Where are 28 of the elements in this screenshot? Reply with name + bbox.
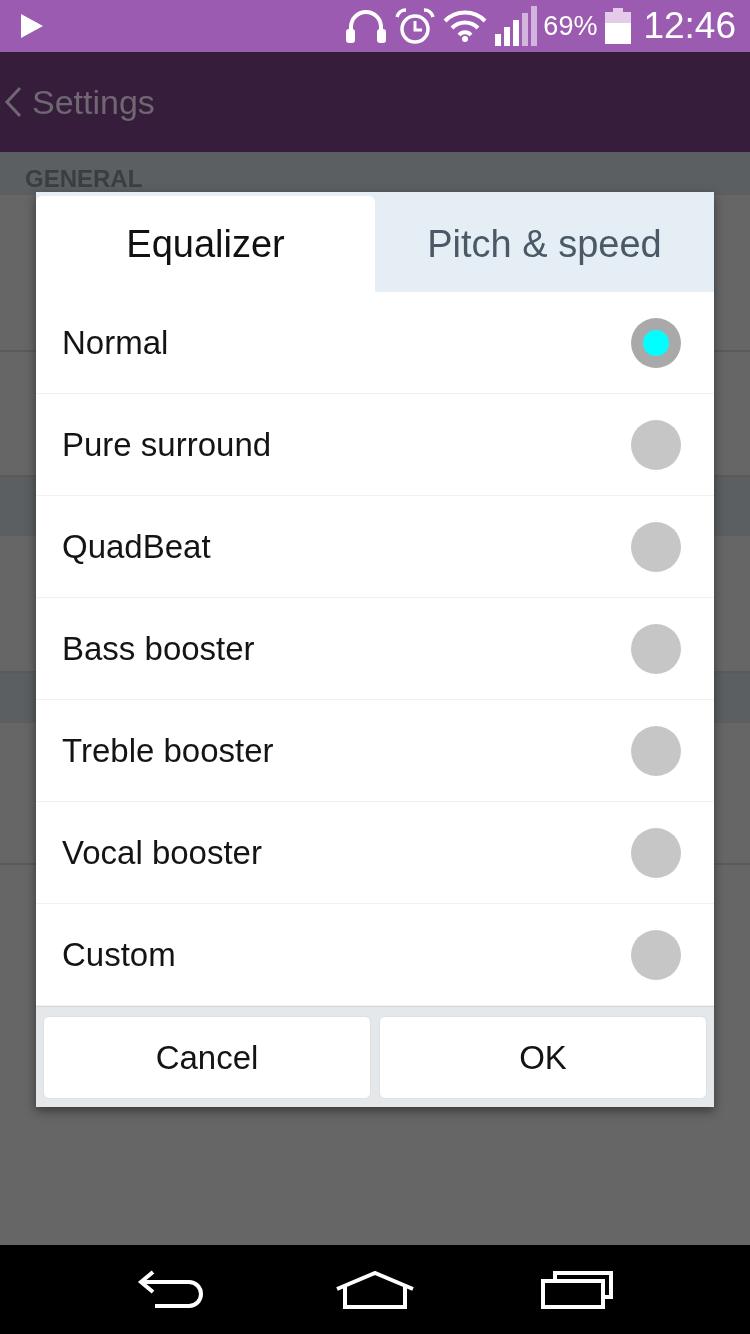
home-icon[interactable]	[335, 1270, 415, 1309]
battery-icon	[605, 8, 632, 44]
dialog-button[interactable]: Cancel	[43, 1016, 371, 1099]
option-label[interactable]: Normal	[62, 323, 169, 362]
chevron-left-icon	[4, 86, 22, 118]
radio-button[interactable]	[631, 929, 681, 980]
dialog-button[interactable]: OK	[379, 1016, 707, 1099]
radio-button[interactable]	[631, 317, 681, 368]
radio-button[interactable]	[631, 827, 681, 878]
alarm-clock-icon	[395, 8, 436, 44]
radio-button[interactable]	[631, 419, 681, 470]
radio-button[interactable]	[631, 725, 681, 776]
headphones-icon	[345, 9, 388, 43]
option-label[interactable]: QuadBeat	[62, 527, 211, 566]
play-icon	[20, 13, 44, 39]
clock-time: 12:46	[643, 5, 736, 47]
option-label[interactable]: Pure surround	[62, 425, 272, 464]
option-label[interactable]: Bass booster	[62, 629, 255, 668]
wifi-icon	[443, 10, 488, 42]
radio-button[interactable]	[631, 623, 681, 674]
radio-button[interactable]	[631, 521, 681, 572]
option-label[interactable]: Custom	[62, 935, 176, 974]
signal-icon	[495, 6, 538, 46]
battery-percentage: 69%	[543, 10, 598, 42]
option-label[interactable]: Treble booster	[62, 731, 274, 770]
option-label[interactable]: Vocal booster	[62, 833, 262, 872]
tab[interactable]: Equalizer	[36, 196, 375, 292]
recent-apps-icon[interactable]	[541, 1270, 613, 1309]
